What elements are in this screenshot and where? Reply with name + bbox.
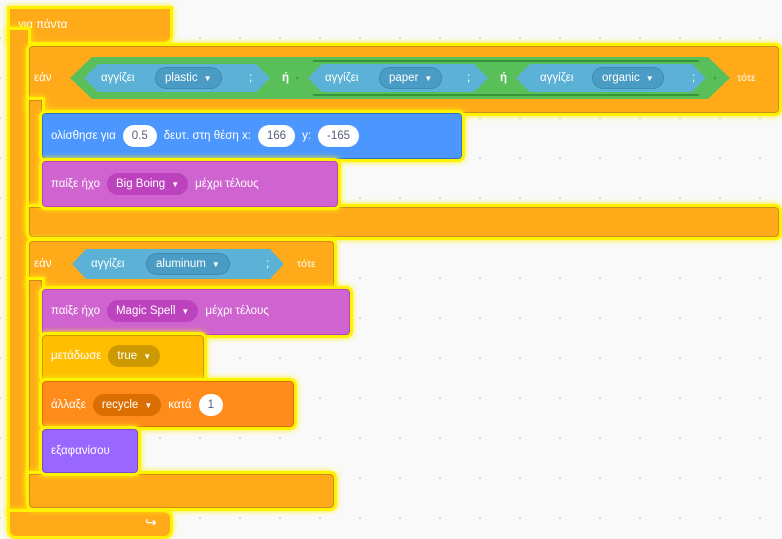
semicolon-3: ; bbox=[692, 72, 696, 84]
touching-label: αγγίζει bbox=[540, 72, 574, 84]
touching-dropdown-aluminum[interactable]: aluminum ▼ bbox=[146, 253, 230, 275]
loop-arrow-icon: ↪ bbox=[145, 514, 157, 530]
sound-dropdown-big-boing[interactable]: Big Boing ▼ bbox=[106, 173, 189, 195]
play-sound-until-label: μέχρι τέλους bbox=[205, 305, 269, 317]
dropdown-caret-icon: ▼ bbox=[144, 400, 153, 410]
touching-dropdown-organic[interactable]: organic ▼ bbox=[592, 67, 664, 89]
if-1-then-label: τότε bbox=[737, 72, 756, 84]
touching-dropdown-paper[interactable]: paper ▼ bbox=[379, 67, 443, 89]
if-block-2-bottom[interactable] bbox=[29, 474, 334, 508]
glide-label: ολίσθησε για bbox=[51, 130, 116, 142]
dropdown-caret-icon: ▼ bbox=[211, 259, 220, 269]
dropdown-caret-icon: ▼ bbox=[424, 73, 433, 83]
glide-mid-label: δευτ. στη θέση x: bbox=[163, 130, 251, 142]
if-2-label: εάν bbox=[34, 258, 52, 270]
glide-secs-input[interactable]: 0.5 bbox=[122, 125, 157, 147]
sound-dropdown-magic-spell[interactable]: Magic Spell ▼ bbox=[106, 300, 199, 322]
dropdown-caret-icon: ▼ bbox=[645, 73, 654, 83]
change-by-label: κατά bbox=[168, 399, 192, 411]
if-block-1-bottom[interactable] bbox=[29, 207, 779, 237]
dropdown-caret-icon: ▼ bbox=[171, 179, 180, 189]
glide-x-input[interactable]: 166 bbox=[257, 125, 296, 147]
touching-label: αγγίζει bbox=[325, 72, 359, 84]
dropdown-caret-icon: ▼ bbox=[181, 306, 190, 316]
play-sound-label: παίξε ήχο bbox=[51, 178, 100, 190]
glide-y-label: y: bbox=[302, 130, 312, 142]
touching-dropdown-plastic[interactable]: plastic ▼ bbox=[155, 67, 222, 89]
or-label-1: ή bbox=[282, 72, 290, 84]
semicolon-1: ; bbox=[249, 72, 253, 84]
or-label-2: ή bbox=[500, 72, 508, 84]
change-amount-input[interactable]: 1 bbox=[198, 394, 223, 416]
forever-left-arm[interactable] bbox=[10, 30, 28, 514]
touching-label: αγγίζει bbox=[91, 258, 125, 270]
variable-dropdown-recycle[interactable]: recycle ▼ bbox=[92, 394, 162, 416]
if-block-2-arm[interactable] bbox=[29, 280, 42, 494]
dropdown-caret-icon: ▼ bbox=[143, 351, 152, 361]
if-1-label: εάν bbox=[34, 72, 52, 84]
semicolon-4: ; bbox=[266, 258, 270, 270]
broadcast-dropdown-true[interactable]: true ▼ bbox=[108, 345, 161, 367]
hide-label: εξαφανίσου bbox=[51, 445, 110, 457]
change-label: άλλαξε bbox=[51, 399, 86, 411]
play-sound-until-label: μέχρι τέλους bbox=[195, 178, 259, 190]
broadcast-label: μετάδωσε bbox=[51, 350, 102, 362]
dropdown-caret-icon: ▼ bbox=[203, 73, 212, 83]
touching-label: αγγίζει bbox=[101, 72, 135, 84]
if-2-then-label: τότε bbox=[297, 258, 316, 270]
glide-y-input[interactable]: -165 bbox=[318, 125, 360, 147]
play-sound-label: παίξε ήχο bbox=[51, 305, 100, 317]
semicolon-2: ; bbox=[467, 72, 471, 84]
